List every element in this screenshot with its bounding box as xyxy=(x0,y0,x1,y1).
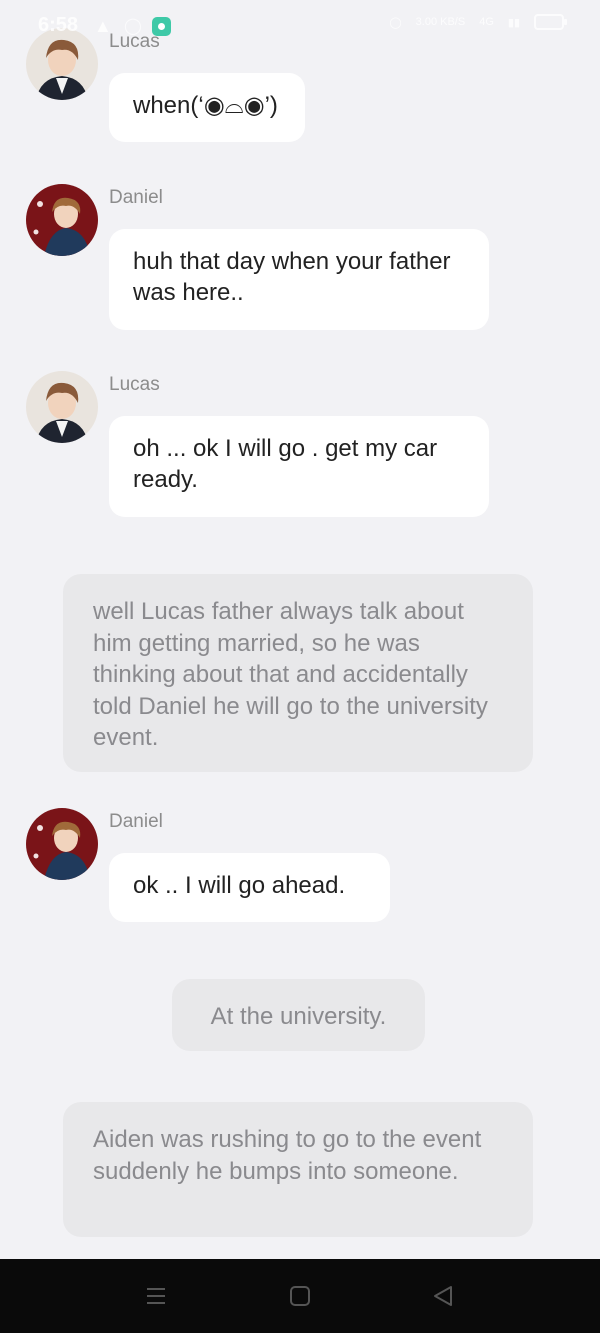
instagram-icon: ◯ xyxy=(124,18,142,35)
speaker-name: Lucas xyxy=(109,374,160,395)
alarm-icon: ◯ xyxy=(389,16,402,29)
status-time: 6:58 xyxy=(38,14,79,36)
notification-icon: ▲ xyxy=(94,16,112,36)
status-right-group: ◯ 3.00 KB/S 4G ▮▮ xyxy=(389,14,567,30)
network-speed: 3.00 KB/S xyxy=(415,16,466,28)
dialog-bubble[interactable]: oh ... ok I will go . get my car ready. xyxy=(109,416,489,517)
home-icon[interactable] xyxy=(289,1285,311,1307)
signal-icon: ▮▮ xyxy=(507,16,520,29)
dialog-bubble[interactable]: when(‘◉⌓◉’) xyxy=(109,73,305,142)
status-bar: 6:58 ▲ ◯ ◯ 3.00 KB/S 4G ▮▮ xyxy=(0,0,600,52)
battery-icon xyxy=(534,14,567,30)
back-icon[interactable] xyxy=(432,1285,454,1307)
speaker-name: Daniel xyxy=(109,811,163,832)
avatar-daniel[interactable] xyxy=(26,184,98,256)
chat-story-screen: 6:58 ▲ ◯ ◯ 3.00 KB/S 4G ▮▮ Lucas when(‘◉… xyxy=(0,0,600,1333)
avatar-daniel[interactable] xyxy=(26,808,98,880)
narration-box[interactable]: Aiden was rushing to go to the event sud… xyxy=(63,1102,533,1237)
speaker-name: Daniel xyxy=(109,187,163,208)
navigation-bar xyxy=(0,1259,600,1333)
network-type: 4G xyxy=(479,16,494,28)
menu-icon[interactable] xyxy=(145,1285,167,1307)
narration-box[interactable]: At the university. xyxy=(172,979,425,1051)
dialog-bubble[interactable]: huh that day when your father was here.. xyxy=(109,229,489,330)
narration-box[interactable]: well Lucas father always talk about him … xyxy=(63,574,533,772)
avatar-lucas[interactable] xyxy=(26,371,98,443)
app-notification-icon xyxy=(152,17,171,36)
dialog-bubble[interactable]: ok .. I will go ahead. xyxy=(109,853,390,922)
